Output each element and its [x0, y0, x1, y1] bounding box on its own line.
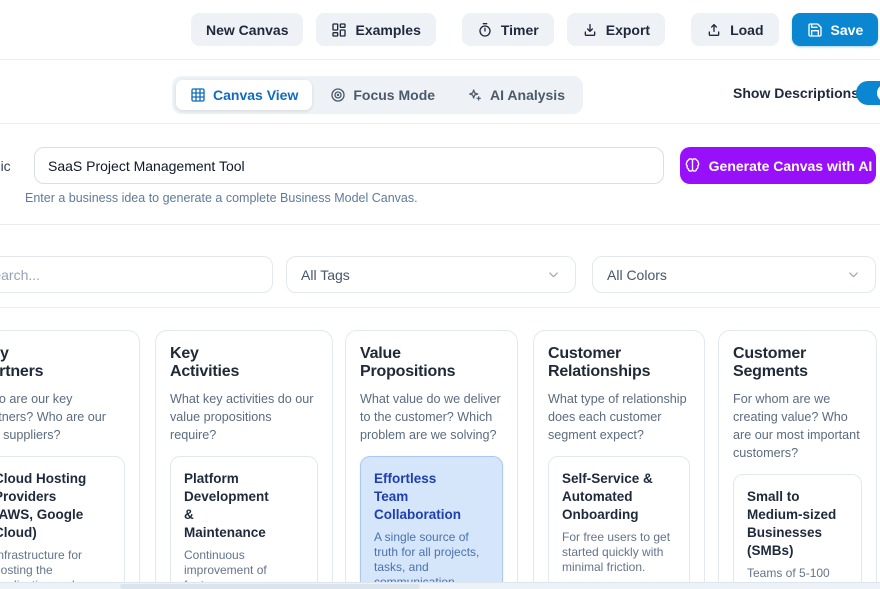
layout-grid-icon: [331, 22, 347, 38]
column-description: What type of relationship does each cust…: [548, 390, 690, 444]
column-customer-relationships: Customer Relationships What type of rela…: [533, 330, 705, 589]
tags-filter-value: All Tags: [301, 267, 350, 283]
filter-bar: All Tags All Colors: [0, 244, 880, 308]
generator-helper-text: Enter a business idea to generate a comp…: [25, 191, 418, 205]
show-descriptions-label: Show Descriptions: [733, 85, 859, 101]
column-title: Key Partners: [0, 345, 43, 381]
search-input[interactable]: [0, 256, 273, 293]
topic-label: Topic: [0, 158, 11, 174]
download-icon: [582, 22, 598, 38]
colors-filter-select[interactable]: All Colors: [592, 256, 876, 293]
timer-icon: [477, 22, 493, 38]
new-canvas-button[interactable]: New Canvas: [191, 13, 303, 46]
generate-canvas-button[interactable]: Generate Canvas with AI: [680, 147, 876, 184]
column-description: Who are our key partners? Who are our ke…: [0, 390, 125, 444]
ai-generator-section: Topic Generate Canvas with AI Enter a bu…: [0, 124, 880, 225]
target-icon: [330, 87, 346, 103]
new-canvas-label: New Canvas: [206, 22, 288, 38]
column-value-propositions: Value Propositions What value do we deli…: [345, 330, 518, 589]
save-button[interactable]: Save: [792, 13, 879, 46]
examples-label: Examples: [355, 22, 420, 38]
column-description: For whom are we creating value? Who are …: [733, 390, 862, 462]
horizontal-scrollbar[interactable]: [0, 582, 880, 589]
topic-input[interactable]: [34, 147, 664, 184]
upload-icon: [706, 22, 722, 38]
export-button[interactable]: Export: [567, 13, 665, 46]
brain-icon: [684, 157, 701, 174]
column-customer-segments: Customer Segments For whom are we creati…: [718, 330, 877, 589]
card-title: Effortless Team Collaboration: [374, 470, 461, 524]
tab-canvas-view[interactable]: Canvas View: [176, 80, 312, 110]
show-descriptions-toggle[interactable]: [856, 81, 880, 105]
load-button[interactable]: Load: [691, 13, 778, 46]
column-description: What value do we deliver to the customer…: [360, 390, 503, 444]
sparkles-icon: [467, 87, 483, 103]
canvas-card[interactable]: Small to Medium-sized Businesses (SMBs) …: [733, 474, 862, 589]
view-mode-bar: Canvas View Focus Mode AI Analysis Show …: [0, 61, 880, 124]
tags-filter-select[interactable]: All Tags: [286, 256, 576, 293]
canvas-card[interactable]: Self-Service & Automated Onboarding For …: [548, 456, 690, 589]
save-label: Save: [831, 22, 864, 38]
card-description: A single source of truth for all project…: [374, 530, 489, 589]
tab-focus-mode-label: Focus Mode: [353, 87, 435, 103]
timer-button[interactable]: Timer: [462, 13, 554, 46]
canvas-card-highlighted[interactable]: Effortless Team Collaboration A single s…: [360, 456, 503, 589]
scrollbar-thumb[interactable]: [120, 584, 420, 589]
column-description: What key activities do our value proposi…: [170, 390, 318, 444]
timer-label: Timer: [501, 22, 539, 38]
tab-canvas-view-label: Canvas View: [213, 87, 298, 103]
tab-ai-analysis-label: AI Analysis: [490, 87, 565, 103]
colors-filter-value: All Colors: [607, 267, 667, 283]
chevron-down-icon: [846, 267, 861, 282]
card-title: Platform Development & Maintenance: [184, 470, 269, 542]
top-toolbar: New Canvas Examples Timer Export: [0, 0, 880, 60]
card-title: Cloud Hosting Providers (AWS, Google Clo…: [0, 470, 98, 542]
save-icon: [807, 22, 823, 38]
canvas-card[interactable]: Platform Development & Maintenance Conti…: [170, 456, 318, 589]
chevron-down-icon: [546, 267, 561, 282]
examples-button[interactable]: Examples: [316, 13, 435, 46]
generate-canvas-label: Generate Canvas with AI: [709, 158, 873, 174]
app-window: New Canvas Examples Timer Export: [0, 0, 880, 589]
card-title: Small to Medium-sized Businesses (SMBs): [747, 488, 851, 560]
grid-icon: [190, 87, 206, 103]
export-label: Export: [606, 22, 650, 38]
tab-ai-analysis[interactable]: AI Analysis: [453, 80, 579, 110]
column-title: Value Propositions: [360, 345, 455, 381]
load-label: Load: [730, 22, 763, 38]
column-key-partners: Key Partners Who are our key partners? W…: [0, 330, 140, 589]
column-title: Customer Relationships: [548, 345, 650, 381]
column-key-activities: Key Activities What key activities do ou…: [155, 330, 333, 589]
view-tab-group: Canvas View Focus Mode AI Analysis: [172, 76, 583, 114]
column-title: Key Activities: [170, 345, 239, 381]
card-title: Self-Service & Automated Onboarding: [562, 470, 676, 524]
tab-focus-mode[interactable]: Focus Mode: [316, 80, 449, 110]
column-title: Customer Segments: [733, 345, 808, 381]
canvas-card[interactable]: Cloud Hosting Providers (AWS, Google Clo…: [0, 456, 125, 589]
card-description: For free users to get started quickly wi…: [562, 530, 676, 575]
